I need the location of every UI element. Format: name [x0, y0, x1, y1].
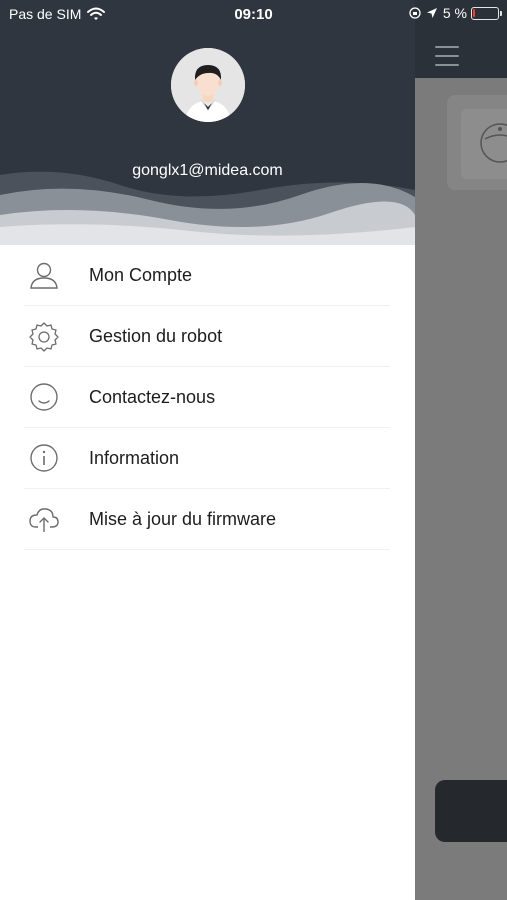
device-card-inner	[461, 109, 507, 179]
menu-item-information[interactable]: Information	[24, 428, 390, 489]
side-drawer: gonglx1@midea.com Mon Compte Gestion du …	[0, 0, 415, 900]
menu-item-contactez-nous[interactable]: Contactez-nous	[24, 367, 390, 428]
smile-icon	[24, 377, 64, 417]
menu-item-label: Contactez-nous	[89, 386, 216, 407]
user-email: gonglx1@midea.com	[132, 162, 283, 179]
location-arrow-icon	[426, 8, 437, 18]
user-icon	[24, 255, 64, 295]
status-bar: Pas de SIM 09:10 5 %	[0, 0, 507, 28]
battery-percent: 5 %	[442, 5, 467, 21]
info-icon	[24, 438, 64, 478]
battery-cap	[500, 10, 502, 16]
menu-item-label: Mon Compte	[89, 264, 193, 285]
background-action-button[interactable]	[435, 780, 507, 842]
menu-item-gestion-robot[interactable]: Gestion du robot	[24, 306, 390, 367]
drawer-header: gonglx1@midea.com	[0, 0, 415, 245]
avatar-icon	[171, 48, 245, 122]
menu-item-label: Information	[89, 447, 180, 468]
cloud-upload-icon	[24, 499, 64, 539]
hamburger-icon[interactable]	[435, 46, 459, 68]
battery-icon	[471, 6, 502, 20]
robot-vacuum-icon	[480, 123, 507, 163]
avatar[interactable]	[171, 48, 245, 122]
drawer-menu: Mon Compte Gestion du robot Contactez-no…	[24, 245, 390, 550]
status-right: 5 %	[409, 5, 502, 21]
gear-icon	[24, 316, 64, 356]
menu-item-label: Gestion du robot	[89, 325, 223, 346]
menu-item-mon-compte[interactable]: Mon Compte	[24, 245, 390, 306]
device-card[interactable]	[447, 95, 507, 190]
menu-item-firmware[interactable]: Mise à jour du firmware	[24, 489, 390, 550]
background-app	[415, 0, 507, 900]
orientation-lock-icon	[409, 7, 421, 19]
battery-level	[473, 8, 475, 17]
menu-item-label: Mise à jour du firmware	[89, 508, 277, 529]
